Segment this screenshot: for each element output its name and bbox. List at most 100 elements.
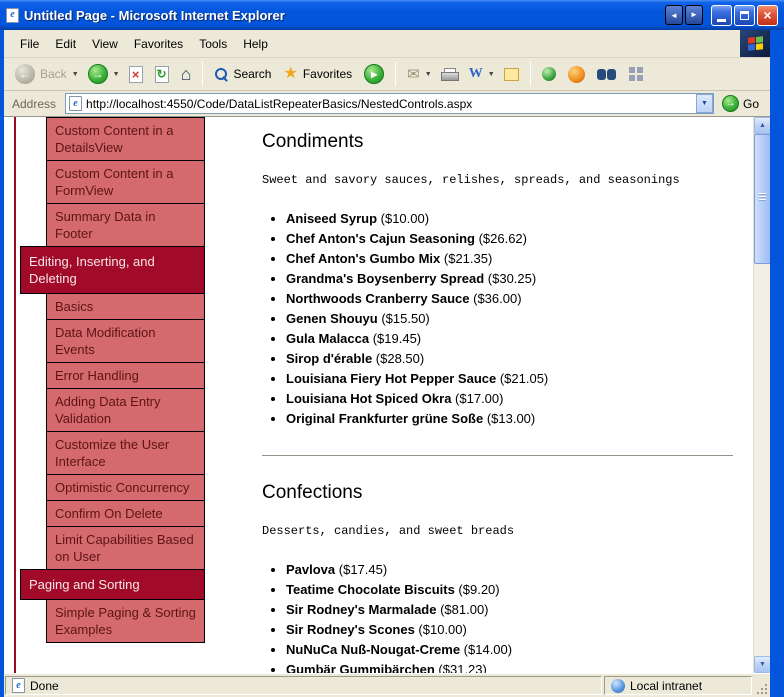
scroll-up-button[interactable]: ▲ xyxy=(754,117,770,134)
maximize-button[interactable] xyxy=(734,4,755,26)
sidebar-item[interactable]: Optimistic Concurrency xyxy=(46,474,205,501)
edit-dropdown-button[interactable]: ▼ xyxy=(486,69,497,80)
scroll-thumb[interactable] xyxy=(754,134,770,264)
mail-dropdown-button[interactable]: ▼ xyxy=(423,69,434,80)
menu-tools[interactable]: Tools xyxy=(191,33,235,55)
product-item: Pavlova ($17.45) xyxy=(286,560,733,580)
product-price: ($17.00) xyxy=(451,391,504,406)
product-name: NuNuCa Nuß-Nougat-Creme xyxy=(286,642,461,657)
product-name: Gula Malacca xyxy=(286,331,370,346)
binoculars-icon xyxy=(596,68,616,80)
sidebar-item[interactable]: Data Modification Events xyxy=(46,319,205,363)
status-text: Done xyxy=(30,678,59,693)
product-name: Teatime Chocolate Biscuits xyxy=(286,582,455,597)
favorites-button[interactable]: ★ Favorites xyxy=(278,63,357,85)
address-dropdown-button[interactable]: ▼ xyxy=(695,94,713,113)
product-price: ($15.50) xyxy=(377,311,430,326)
resize-grip[interactable] xyxy=(753,674,770,697)
window-ie-icon: e xyxy=(6,7,19,23)
mail-button[interactable]: ✉ xyxy=(402,64,425,85)
tiles-button[interactable] xyxy=(623,64,649,84)
forward-dropdown-button[interactable]: ▼ xyxy=(111,69,122,80)
category-description: Desserts, candies, and sweet breads xyxy=(262,524,515,538)
flame-icon xyxy=(567,65,585,83)
product-name: Gumbär Gummibärchen xyxy=(286,662,435,673)
intranet-globe-icon xyxy=(611,678,625,693)
edit-button[interactable]: W xyxy=(464,63,488,85)
sidebar-item[interactable]: Adding Data Entry Validation xyxy=(46,388,205,432)
product-price: ($13.00) xyxy=(483,411,536,426)
sidebar-item[interactable]: Customize the User Interface xyxy=(46,431,205,475)
product-item: Sir Rodney's Marmalade ($81.00) xyxy=(286,600,733,620)
print-button[interactable] xyxy=(436,65,462,84)
category-description: Sweet and savory sauces, relishes, sprea… xyxy=(262,173,680,187)
go-button[interactable]: → Go xyxy=(720,95,765,112)
messenger-button[interactable] xyxy=(537,64,561,84)
window-controls: ◄ ► × xyxy=(665,4,778,26)
edit-word-icon: W xyxy=(468,66,483,81)
sidebar-section-header[interactable]: Paging and Sorting xyxy=(20,569,205,600)
stop-icon: × xyxy=(128,65,143,83)
product-price: ($21.05) xyxy=(496,371,549,386)
home-icon: ⌂ xyxy=(180,64,192,84)
product-item: NuNuCa Nuß-Nougat-Creme ($14.00) xyxy=(286,640,733,660)
sidebar-item[interactable]: Basics xyxy=(46,293,205,320)
media-button[interactable]: ▸ xyxy=(359,61,389,87)
windows-logo xyxy=(740,30,770,57)
back-dropdown-button[interactable]: ▼ xyxy=(70,69,81,80)
product-item: Sir Rodney's Scones ($10.00) xyxy=(286,620,733,640)
address-field[interactable]: e http://localhost:4550/Code/DataListRep… xyxy=(65,93,714,114)
browser-window: e Untitled Page - Microsoft Internet Exp… xyxy=(0,0,784,697)
print-icon xyxy=(440,67,459,81)
product-price: ($9.20) xyxy=(454,582,500,597)
sidebar-item[interactable]: Custom Content in a FormView xyxy=(46,160,205,204)
section-divider xyxy=(262,455,733,456)
forward-button[interactable]: → xyxy=(83,61,113,87)
product-item: Gula Malacca ($19.45) xyxy=(286,329,733,349)
menu-file[interactable]: File xyxy=(12,33,47,55)
product-item: Louisiana Fiery Hot Pepper Sauce ($21.05… xyxy=(286,369,733,389)
search-button[interactable]: Search xyxy=(209,64,276,84)
search-label: Search xyxy=(233,67,272,81)
menu-view[interactable]: View xyxy=(84,33,126,55)
category-title: Confections xyxy=(262,482,363,503)
sidebar-item[interactable]: Confirm On Delete xyxy=(46,500,205,527)
sidebar-item[interactable]: Custom Content in a DetailsView xyxy=(46,117,205,161)
sidebar-item[interactable]: Error Handling xyxy=(46,362,205,389)
nav-left-button[interactable]: ◄ xyxy=(665,5,683,25)
product-item: Louisiana Hot Spiced Okra ($17.00) xyxy=(286,389,733,409)
nav-right-button[interactable]: ► xyxy=(685,4,703,25)
address-url: http://localhost:4550/Code/DataListRepea… xyxy=(86,96,473,111)
menu-edit[interactable]: Edit xyxy=(47,33,84,55)
vertical-scrollbar[interactable]: ▲ ▼ xyxy=(753,117,770,673)
product-price: ($28.50) xyxy=(372,351,425,366)
product-name: Sir Rodney's Marmalade xyxy=(286,602,437,617)
research-button[interactable] xyxy=(592,66,621,83)
home-button[interactable]: ⌂ xyxy=(176,62,197,86)
forward-icon: → xyxy=(87,64,108,84)
stop-button[interactable]: × xyxy=(124,63,148,86)
product-price: ($10.00) xyxy=(414,622,467,637)
menu-bar: File Edit View Favorites Tools Help xyxy=(4,30,770,58)
status-page-icon: e xyxy=(12,678,25,693)
refresh-button[interactable]: ↻ xyxy=(150,63,174,86)
product-price: ($31.23) xyxy=(434,662,487,673)
product-item: Teatime Chocolate Biscuits ($9.20) xyxy=(286,580,733,600)
discuss-button[interactable] xyxy=(499,65,524,84)
maximize-icon xyxy=(740,10,749,20)
minimize-button[interactable] xyxy=(711,4,732,26)
sidebar-section-header[interactable]: Editing, Inserting, and Deleting xyxy=(20,246,205,294)
close-button[interactable]: × xyxy=(757,4,778,26)
highlight-button[interactable] xyxy=(563,63,590,86)
product-item: Chef Anton's Gumbo Mix ($21.35) xyxy=(286,249,733,269)
product-name: Sir Rodney's Scones xyxy=(286,622,415,637)
sidebar-item[interactable]: Simple Paging & Sorting Examples xyxy=(46,599,205,643)
scroll-down-button[interactable]: ▼ xyxy=(754,656,770,673)
zone-text: Local intranet xyxy=(630,678,703,693)
sidebar-item[interactable]: Summary Data in Footer xyxy=(46,203,205,247)
back-button[interactable]: ← Back xyxy=(10,61,72,87)
menu-help[interactable]: Help xyxy=(235,33,276,55)
sidebar-item[interactable]: Limit Capabilities Based on User xyxy=(46,526,205,570)
menu-favorites[interactable]: Favorites xyxy=(126,33,191,55)
title-bar[interactable]: e Untitled Page - Microsoft Internet Exp… xyxy=(0,0,784,30)
